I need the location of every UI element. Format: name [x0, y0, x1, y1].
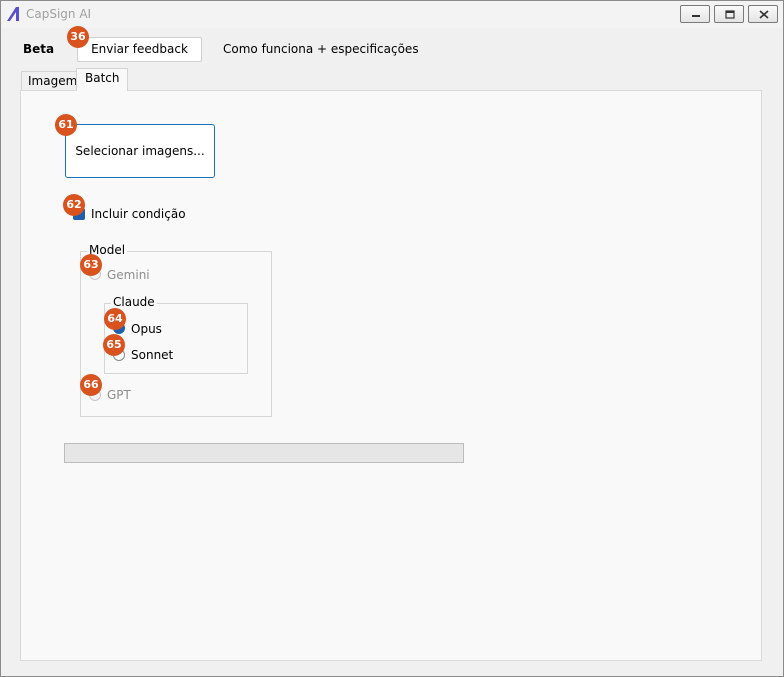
annotation-badge: 63: [80, 254, 102, 276]
tab-batch[interactable]: Batch: [76, 68, 128, 91]
beta-label: Beta: [23, 42, 55, 56]
sonnet-label[interactable]: Sonnet: [131, 348, 173, 362]
restore-icon: [725, 10, 735, 19]
annotation-badge: 66: [80, 374, 102, 396]
how-it-works-link[interactable]: Como funciona + especificações: [223, 42, 419, 56]
window-title: CapSign AI: [26, 7, 92, 21]
annotation-badge: 36: [67, 26, 89, 48]
annotation-badge: 62: [63, 194, 85, 216]
title-bar[interactable]: CapSign AI: [1, 1, 783, 28]
close-button[interactable]: [748, 5, 778, 23]
tab-imagem[interactable]: Imagem: [21, 71, 77, 91]
restore-button[interactable]: [714, 5, 744, 23]
annotation-badge: 65: [103, 334, 125, 356]
gpt-label[interactable]: GPT: [107, 388, 131, 402]
close-icon: [759, 10, 769, 19]
include-condition-label[interactable]: Incluir condição: [91, 207, 186, 221]
annotation-badge: 61: [55, 114, 77, 136]
claude-groupbox: [104, 303, 248, 374]
minimize-button[interactable]: [680, 5, 710, 23]
send-feedback-button[interactable]: Enviar feedback: [77, 37, 202, 62]
batch-progress-bar: [64, 443, 464, 463]
claude-group-title: Claude: [111, 295, 157, 309]
select-images-button[interactable]: Selecionar imagens...: [65, 124, 215, 178]
app-window: CapSign AI Beta Enviar feedback Como fun…: [0, 0, 784, 677]
capsign-logo-icon: [7, 7, 21, 24]
gemini-label[interactable]: Gemini: [107, 268, 150, 282]
minimize-icon: [692, 15, 700, 17]
opus-label[interactable]: Opus: [131, 322, 162, 336]
annotation-badge: 64: [104, 308, 126, 330]
